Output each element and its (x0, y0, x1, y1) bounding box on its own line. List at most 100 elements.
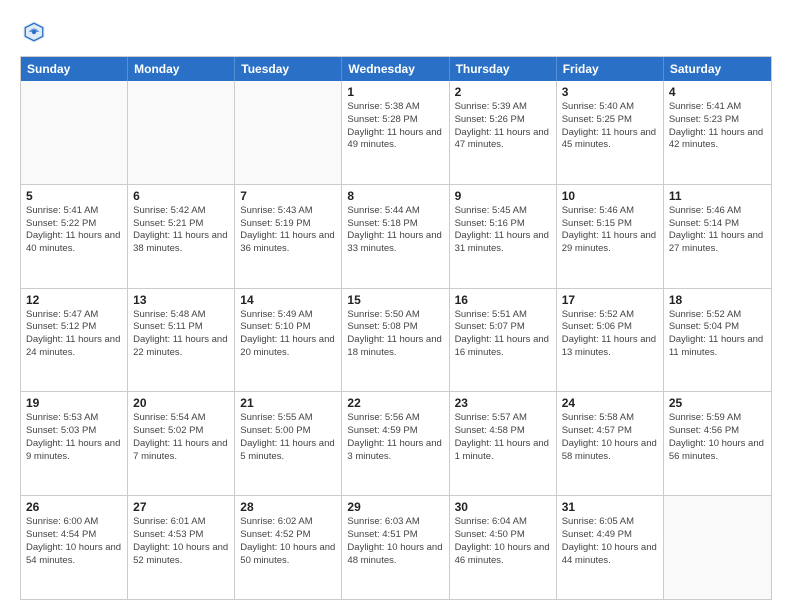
day-number: 5 (26, 189, 122, 203)
day-info: Sunrise: 5:38 AM Sunset: 5:28 PM Dayligh… (347, 101, 443, 152)
weekday-header-thursday: Thursday (450, 57, 557, 81)
day-number: 28 (240, 500, 336, 514)
day-info: Sunrise: 5:40 AM Sunset: 5:25 PM Dayligh… (562, 101, 658, 152)
day-cell-25: 25 Sunrise: 5:59 AM Sunset: 4:56 PM Dayli… (664, 392, 771, 495)
day-cell-23: 23 Sunrise: 5:57 AM Sunset: 4:58 PM Dayli… (450, 392, 557, 495)
day-cell-27: 27 Sunrise: 6:01 AM Sunset: 4:53 PM Dayli… (128, 496, 235, 599)
day-info: Sunrise: 6:03 AM Sunset: 4:51 PM Dayligh… (347, 516, 443, 567)
day-cell-11: 11 Sunrise: 5:46 AM Sunset: 5:14 PM Dayli… (664, 185, 771, 288)
day-info: Sunrise: 6:01 AM Sunset: 4:53 PM Dayligh… (133, 516, 229, 567)
day-cell-28: 28 Sunrise: 6:02 AM Sunset: 4:52 PM Dayli… (235, 496, 342, 599)
day-cell-14: 14 Sunrise: 5:49 AM Sunset: 5:10 PM Dayli… (235, 289, 342, 392)
day-info: Sunrise: 5:49 AM Sunset: 5:10 PM Dayligh… (240, 309, 336, 360)
day-info: Sunrise: 5:53 AM Sunset: 5:03 PM Dayligh… (26, 412, 122, 463)
calendar-row-5: 26Sunrise: 6:00 AM Sunset: 4:54 PM Dayli… (21, 495, 771, 599)
day-info: Sunrise: 6:02 AM Sunset: 4:52 PM Dayligh… (240, 516, 336, 567)
day-cell-7: 7 Sunrise: 5:43 AM Sunset: 5:19 PM Daylig… (235, 185, 342, 288)
day-info: Sunrise: 5:41 AM Sunset: 5:23 PM Dayligh… (669, 101, 766, 152)
day-info: Sunrise: 5:52 AM Sunset: 5:06 PM Dayligh… (562, 309, 658, 360)
calendar-body: 1 Sunrise: 5:38 AM Sunset: 5:28 PM Daylig… (21, 81, 771, 599)
day-info: Sunrise: 5:48 AM Sunset: 5:11 PM Dayligh… (133, 309, 229, 360)
day-cell-26: 26Sunrise: 6:00 AM Sunset: 4:54 PM Dayli… (21, 496, 128, 599)
day-cell-12: 12Sunrise: 5:47 AM Sunset: 5:12 PM Dayli… (21, 289, 128, 392)
day-cell-17: 17 Sunrise: 5:52 AM Sunset: 5:06 PM Dayli… (557, 289, 664, 392)
day-cell-24: 24 Sunrise: 5:58 AM Sunset: 4:57 PM Dayli… (557, 392, 664, 495)
day-number: 18 (669, 293, 766, 307)
day-cell-5: 5 Sunrise: 5:41 AM Sunset: 5:22 PM Daylig… (21, 185, 128, 288)
day-cell-18: 18 Sunrise: 5:52 AM Sunset: 5:04 PM Dayli… (664, 289, 771, 392)
day-cell-30: 30 Sunrise: 6:04 AM Sunset: 4:50 PM Dayli… (450, 496, 557, 599)
day-number: 16 (455, 293, 551, 307)
day-number: 11 (669, 189, 766, 203)
day-number: 23 (455, 396, 551, 410)
day-info: Sunrise: 5:59 AM Sunset: 4:56 PM Dayligh… (669, 412, 766, 463)
day-info: Sunrise: 5:45 AM Sunset: 5:16 PM Dayligh… (455, 205, 551, 256)
day-number: 29 (347, 500, 443, 514)
day-cell-4: 4Sunrise: 5:41 AM Sunset: 5:23 PM Daylig… (664, 81, 771, 184)
day-number: 9 (455, 189, 551, 203)
day-number: 20 (133, 396, 229, 410)
day-cell-8: 8Sunrise: 5:44 AM Sunset: 5:18 PM Daylig… (342, 185, 449, 288)
day-cell-3: 3 Sunrise: 5:40 AM Sunset: 5:25 PM Daylig… (557, 81, 664, 184)
day-info: Sunrise: 5:54 AM Sunset: 5:02 PM Dayligh… (133, 412, 229, 463)
logo (20, 18, 52, 46)
day-number: 1 (347, 85, 443, 99)
day-cell-13: 13 Sunrise: 5:48 AM Sunset: 5:11 PM Dayli… (128, 289, 235, 392)
day-info: Sunrise: 6:05 AM Sunset: 4:49 PM Dayligh… (562, 516, 658, 567)
day-info: Sunrise: 5:52 AM Sunset: 5:04 PM Dayligh… (669, 309, 766, 360)
day-number: 10 (562, 189, 658, 203)
weekday-header-sunday: Sunday (21, 57, 128, 81)
day-info: Sunrise: 5:44 AM Sunset: 5:18 PM Dayligh… (347, 205, 443, 256)
day-number: 7 (240, 189, 336, 203)
empty-cell-r4c6 (664, 496, 771, 599)
empty-cell-r0c1 (128, 81, 235, 184)
calendar-header: SundayMondayTuesdayWednesdayThursdayFrid… (21, 57, 771, 81)
day-number: 27 (133, 500, 229, 514)
day-number: 2 (455, 85, 551, 99)
day-number: 15 (347, 293, 443, 307)
day-number: 6 (133, 189, 229, 203)
day-info: Sunrise: 5:58 AM Sunset: 4:57 PM Dayligh… (562, 412, 658, 463)
day-number: 22 (347, 396, 443, 410)
day-cell-9: 9 Sunrise: 5:45 AM Sunset: 5:16 PM Daylig… (450, 185, 557, 288)
day-info: Sunrise: 5:39 AM Sunset: 5:26 PM Dayligh… (455, 101, 551, 152)
day-info: Sunrise: 5:42 AM Sunset: 5:21 PM Dayligh… (133, 205, 229, 256)
day-info: Sunrise: 5:50 AM Sunset: 5:08 PM Dayligh… (347, 309, 443, 360)
day-info: Sunrise: 5:41 AM Sunset: 5:22 PM Dayligh… (26, 205, 122, 256)
day-number: 31 (562, 500, 658, 514)
calendar-row-3: 12Sunrise: 5:47 AM Sunset: 5:12 PM Dayli… (21, 288, 771, 392)
day-number: 26 (26, 500, 122, 514)
day-number: 14 (240, 293, 336, 307)
day-number: 30 (455, 500, 551, 514)
day-cell-21: 21Sunrise: 5:55 AM Sunset: 5:00 PM Dayli… (235, 392, 342, 495)
empty-cell-r0c0 (21, 81, 128, 184)
calendar-row-4: 19 Sunrise: 5:53 AM Sunset: 5:03 PM Dayli… (21, 391, 771, 495)
day-info: Sunrise: 5:51 AM Sunset: 5:07 PM Dayligh… (455, 309, 551, 360)
day-info: Sunrise: 5:57 AM Sunset: 4:58 PM Dayligh… (455, 412, 551, 463)
day-info: Sunrise: 5:47 AM Sunset: 5:12 PM Dayligh… (26, 309, 122, 360)
day-cell-2: 2 Sunrise: 5:39 AM Sunset: 5:26 PM Daylig… (450, 81, 557, 184)
page: SundayMondayTuesdayWednesdayThursdayFrid… (0, 0, 792, 612)
day-number: 25 (669, 396, 766, 410)
day-cell-31: 31 Sunrise: 6:05 AM Sunset: 4:49 PM Dayli… (557, 496, 664, 599)
day-number: 13 (133, 293, 229, 307)
day-number: 24 (562, 396, 658, 410)
day-info: Sunrise: 5:46 AM Sunset: 5:14 PM Dayligh… (669, 205, 766, 256)
calendar-row-1: 1 Sunrise: 5:38 AM Sunset: 5:28 PM Daylig… (21, 81, 771, 184)
day-cell-15: 15 Sunrise: 5:50 AM Sunset: 5:08 PM Dayli… (342, 289, 449, 392)
day-info: Sunrise: 5:43 AM Sunset: 5:19 PM Dayligh… (240, 205, 336, 256)
day-info: Sunrise: 5:56 AM Sunset: 4:59 PM Dayligh… (347, 412, 443, 463)
day-cell-1: 1 Sunrise: 5:38 AM Sunset: 5:28 PM Daylig… (342, 81, 449, 184)
day-info: Sunrise: 6:04 AM Sunset: 4:50 PM Dayligh… (455, 516, 551, 567)
day-cell-10: 10Sunrise: 5:46 AM Sunset: 5:15 PM Dayli… (557, 185, 664, 288)
day-number: 3 (562, 85, 658, 99)
logo-icon (20, 18, 48, 46)
weekday-header-friday: Friday (557, 57, 664, 81)
day-cell-19: 19 Sunrise: 5:53 AM Sunset: 5:03 PM Dayli… (21, 392, 128, 495)
day-cell-20: 20 Sunrise: 5:54 AM Sunset: 5:02 PM Dayli… (128, 392, 235, 495)
day-number: 17 (562, 293, 658, 307)
empty-cell-r0c2 (235, 81, 342, 184)
header (20, 18, 772, 46)
calendar: SundayMondayTuesdayWednesdayThursdayFrid… (20, 56, 772, 600)
day-number: 19 (26, 396, 122, 410)
